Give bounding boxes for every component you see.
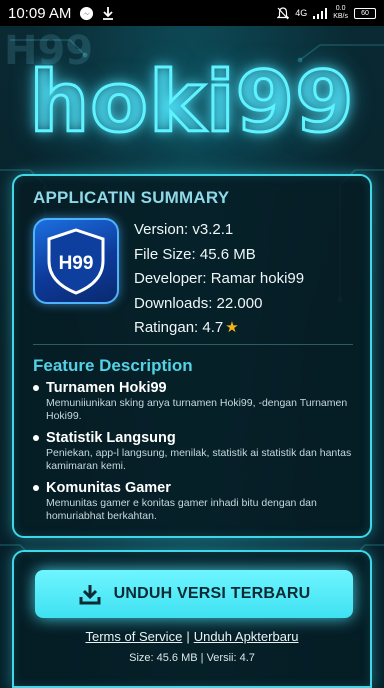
shield-icon: H99 [47, 228, 105, 295]
feature-name: Turnamen Hoki99 [46, 380, 167, 396]
signal-icon [313, 7, 328, 19]
bullet-icon [33, 385, 39, 391]
feature-list: Turnamen Hoki99 Memuniiunikan sking anya… [33, 380, 363, 530]
summary-title: APPLICATIN SUMMARY [33, 188, 230, 207]
app-info-list: Version: v3.2.1 File Size: 45.6 MB Devel… [134, 218, 304, 341]
download-meta: Size: 45.6 MB | Versii: 4.7 [129, 652, 255, 664]
feature-desc: Peniekan, app-l langsung, menilak, stati… [46, 447, 352, 472]
feature-item: Statistik Langsung Peniekan, app-l langs… [33, 430, 363, 473]
battery-level: 60 [361, 9, 369, 17]
feature-title: Feature Description [33, 356, 193, 375]
info-downloads: Downloads: 22.000 [134, 294, 263, 312]
terms-link[interactable]: Terms of Service [86, 629, 183, 644]
feature-item: Turnamen Hoki99 Memuniiunikan sking anya… [33, 380, 363, 423]
divider [33, 344, 353, 345]
download-card: UNDUH VERSI TERBARU Terms of Service | Und… [12, 550, 372, 688]
summary-card: APPLICATIN SUMMARY H99 Version: v3.2.1 F… [12, 174, 372, 538]
info-file-size: File Size: 45.6 MB [134, 245, 256, 263]
battery-icon: 60 [354, 7, 376, 19]
app-icon-label: H99 [59, 253, 94, 274]
bullet-icon [33, 435, 39, 441]
mute-icon [277, 6, 290, 20]
data-rate-value: 0.0 [335, 5, 346, 12]
messenger-icon [79, 6, 94, 21]
footer-links: Terms of Service | Unduh Apk‍terbaru [14, 629, 370, 644]
bullet-icon [33, 485, 39, 491]
feature-desc: Memuniiunikan sking anya turnamen Hoki99… [46, 397, 348, 422]
download-button[interactable]: UNDUH VERSI TERBARU [35, 570, 353, 618]
download-button-label: UNDUH VERSI TERBARU [113, 585, 311, 602]
info-rating: Ratingan: 4.7 ★ [134, 316, 304, 341]
info-developer: Developer: Ramar hoki99 [134, 270, 305, 287]
status-bar: 10:09 AM 4G 0.0 KB/s 60 [0, 0, 384, 26]
logo-header: hoki99 [0, 52, 384, 153]
info-version: Version: v3.2.1 [134, 221, 234, 238]
status-time: 10:09 AM [8, 4, 72, 22]
feature-desc: Memunitas gamer e konitas gamer inhadi b… [46, 497, 317, 522]
data-rate-unit: KB/s [333, 13, 348, 20]
feature-name: Statistik Langsung [46, 430, 176, 446]
star-icon: ★ [225, 319, 239, 336]
feature-name: Komunitas Gamer [46, 480, 171, 496]
network-type: 4G [295, 8, 308, 18]
link-separator: | [186, 629, 190, 644]
apk-download-link[interactable]: Unduh Apk‍terbaru [194, 629, 299, 644]
download-status-icon [102, 6, 114, 20]
logo-text: hoki99 [28, 52, 355, 153]
download-icon [78, 582, 102, 606]
feature-item: Komunitas Gamer Memunitas gamer e konita… [33, 480, 363, 523]
app-icon: H99 [33, 218, 119, 304]
info-rating-text: Ratingan: 4.7 [134, 319, 224, 336]
